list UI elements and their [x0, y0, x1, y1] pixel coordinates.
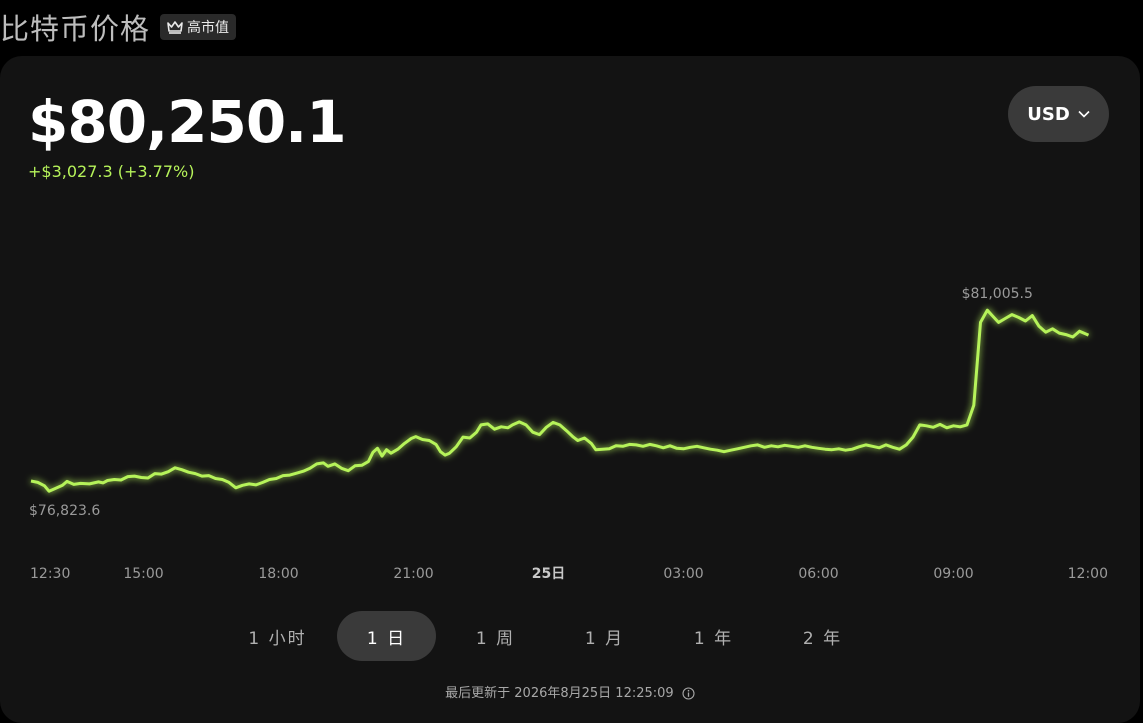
x-tick-label: 15:00 — [123, 566, 163, 582]
time-range-tabs: 1 小时 1 日1 周1 月1 年2 年 — [228, 611, 872, 661]
x-tick-label: 06:00 — [798, 566, 838, 582]
x-tick-label: 09:00 — [933, 566, 973, 582]
range-2y[interactable]: 2 年 — [773, 611, 872, 661]
header: 比特币价格 高市值 — [0, 6, 237, 48]
range-1y[interactable]: 1 年 — [664, 611, 763, 661]
x-tick-label: 12:00 — [1068, 566, 1108, 582]
range-1d[interactable]: 1 日 — [337, 611, 436, 661]
x-tick-label: 21:00 — [393, 566, 433, 582]
crown-icon — [167, 21, 183, 34]
info-icon[interactable] — [682, 687, 695, 700]
range-1h[interactable]: 1 小时 — [228, 611, 327, 661]
low-label: $76,823.6 — [29, 503, 100, 519]
range-1w[interactable]: 1 周 — [446, 611, 545, 661]
high-label: $81,005.5 — [962, 286, 1033, 302]
last-updated-text: 最后更新于 2026年8月25日 12:25:09 — [445, 686, 674, 701]
x-tick-label: 25日 — [532, 566, 565, 582]
price-line — [30, 308, 1090, 493]
range-1m[interactable]: 1 月 — [555, 611, 654, 661]
badge-label: 高市值 — [187, 20, 230, 36]
x-tick-label: 03:00 — [663, 566, 703, 582]
price-card: $80,250.1 +$3,027.3 (+3.77%) USD $81,005… — [0, 56, 1140, 723]
market-cap-badge[interactable]: 高市值 — [160, 14, 237, 40]
page-title: 比特币价格 — [0, 12, 151, 46]
x-tick-label: 18:00 — [258, 566, 298, 582]
last-updated: 最后更新于 2026年8月25日 12:25:09 — [0, 682, 1140, 701]
x-tick-label: 12:30 — [30, 566, 70, 582]
